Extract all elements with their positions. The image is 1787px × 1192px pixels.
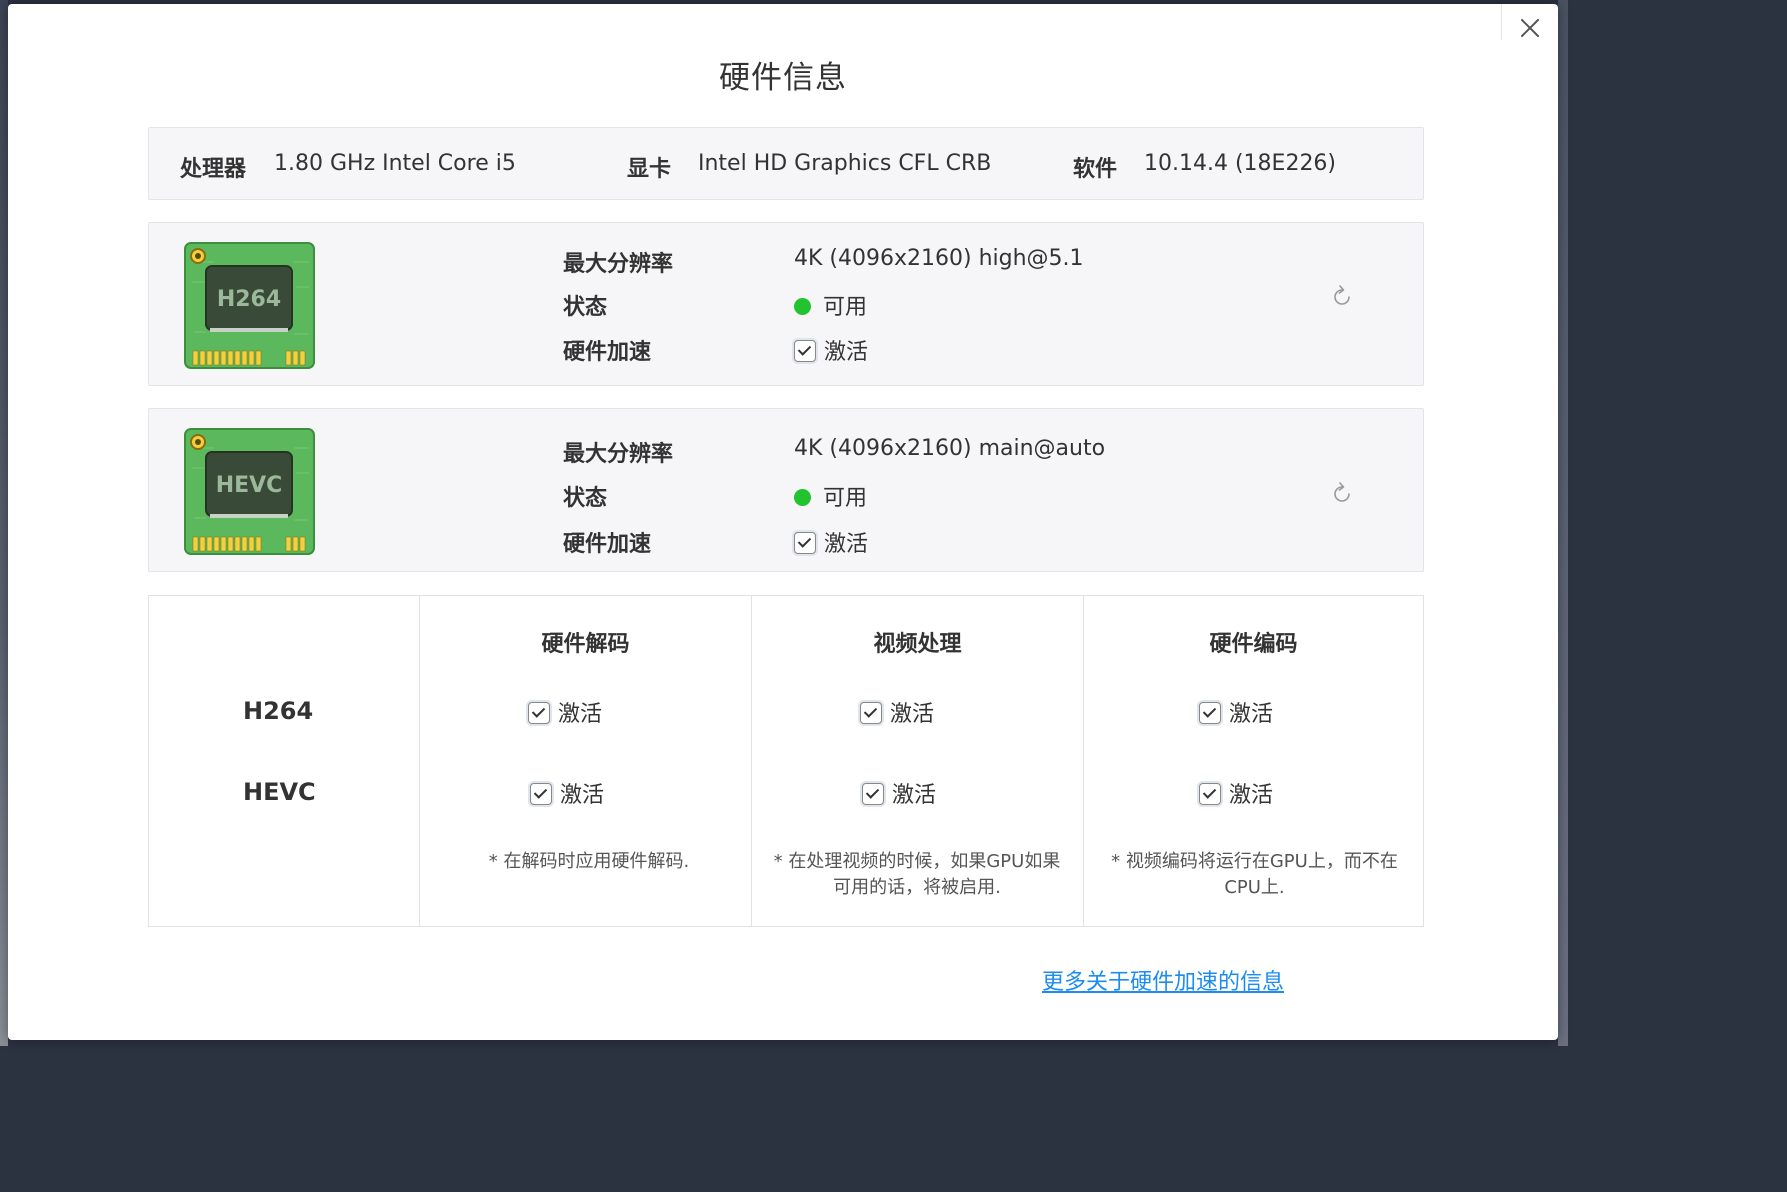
checkbox-checked-icon[interactable] (1199, 783, 1221, 805)
row-header-hevc: HEVC (243, 778, 316, 806)
status-label: 状态 (563, 295, 608, 320)
capability-matrix: 硬件解码 视频处理 硬件编码 H264 HEVC 激活 激活 激活 激活 激活 … (148, 595, 1424, 927)
column-header-processing: 视频处理 (873, 632, 962, 657)
max-res-label: 最大分辨率 (563, 442, 674, 467)
row-header-h264: H264 (243, 697, 314, 725)
codec-card-h264: H264 最大分辨率 4K (4096x2160) high@5.1 状态 可用… (148, 222, 1424, 386)
processing-note: * 在处理视频的时候，如果GPU如果可用的话，将被启用. (773, 851, 1061, 898)
cell-label: 激活 (1229, 783, 1274, 808)
codec-card-hevc: HEVC 最大分辨率 4K (4096x2160) main@auto 状态 可… (148, 408, 1424, 572)
h264-processing-toggle[interactable]: 激活 (860, 696, 934, 728)
hevc-decode-toggle[interactable]: 激活 (530, 777, 604, 809)
chip-label-h264: H264 (217, 287, 281, 312)
max-res-value: 4K (4096x2160) main@auto (794, 436, 1106, 461)
hw-accel-value: 激活 (824, 532, 869, 557)
cell-label: 激活 (560, 783, 605, 808)
checkbox-checked-icon[interactable] (530, 783, 552, 805)
refresh-icon (1334, 285, 1350, 305)
checkbox-checked-icon[interactable] (1199, 702, 1221, 724)
column-header-encode: 硬件编码 (1209, 632, 1298, 657)
max-res-label: 最大分辨率 (563, 252, 674, 277)
software-value: 10.14.4 (18E226) (1144, 151, 1337, 176)
chip-label-hevc: HEVC (216, 473, 283, 498)
close-divider (1501, 4, 1502, 40)
close-button[interactable] (1516, 14, 1544, 42)
more-info-link[interactable]: 更多关于硬件加速的信息 (1042, 964, 1284, 996)
status-label: 状态 (563, 486, 608, 511)
h264-decode-toggle[interactable]: 激活 (528, 696, 602, 728)
status-dot-icon (794, 297, 811, 315)
cell-label: 激活 (890, 702, 935, 727)
checkbox-checked-icon[interactable] (528, 702, 550, 724)
checkbox-checked-icon[interactable] (794, 340, 816, 362)
cell-label: 激活 (1229, 702, 1274, 727)
status-value-group: 可用 (794, 480, 867, 512)
status-dot-icon (794, 488, 811, 506)
cell-label: 激活 (558, 702, 603, 727)
cpu-value: 1.80 GHz Intel Core i5 (274, 151, 516, 176)
close-icon (1521, 19, 1539, 37)
cell-label: 激活 (892, 783, 937, 808)
gpu-value: Intel HD Graphics CFL CRB (698, 151, 992, 176)
decode-note: * 在解码时应用硬件解码. (488, 851, 690, 872)
hw-accel-label: 硬件加速 (563, 340, 652, 365)
column-header-decode: 硬件解码 (541, 632, 630, 657)
software-label: 软件 (1073, 157, 1118, 182)
desktop-backdrop-right (1558, 0, 1568, 1046)
refresh-button[interactable] (1329, 481, 1355, 507)
hw-accel-toggle[interactable]: 激活 (794, 334, 868, 366)
system-info-bar: 处理器 1.80 GHz Intel Core i5 显卡 Intel HD G… (148, 127, 1424, 200)
status-value: 可用 (823, 486, 868, 511)
hardware-info-dialog: 硬件信息 处理器 1.80 GHz Intel Core i5 显卡 Intel… (8, 4, 1558, 1040)
hevc-encode-toggle[interactable]: 激活 (1199, 777, 1273, 809)
checkbox-checked-icon[interactable] (860, 702, 882, 724)
refresh-button[interactable] (1329, 284, 1355, 310)
hw-accel-value: 激活 (824, 340, 869, 365)
dialog-title: 硬件信息 (719, 60, 847, 96)
status-value: 可用 (823, 295, 868, 320)
desktop-backdrop-left (0, 0, 8, 1046)
max-res-value: 4K (4096x2160) high@5.1 (794, 246, 1084, 271)
refresh-icon (1334, 482, 1350, 502)
gpu-label: 显卡 (627, 157, 672, 182)
chip-icon-hevc: HEVC (184, 428, 315, 555)
checkbox-checked-icon[interactable] (794, 532, 816, 554)
chip-icon-h264: H264 (184, 242, 315, 369)
status-value-group: 可用 (794, 289, 867, 321)
hevc-processing-toggle[interactable]: 激活 (862, 777, 936, 809)
cpu-label: 处理器 (180, 157, 247, 182)
hw-accel-label: 硬件加速 (563, 532, 652, 557)
encode-note: * 视频编码将运行在GPU上，而不在CPU上. (1111, 851, 1398, 898)
h264-encode-toggle[interactable]: 激活 (1199, 696, 1273, 728)
checkbox-checked-icon[interactable] (862, 783, 884, 805)
hw-accel-toggle[interactable]: 激活 (794, 526, 868, 558)
